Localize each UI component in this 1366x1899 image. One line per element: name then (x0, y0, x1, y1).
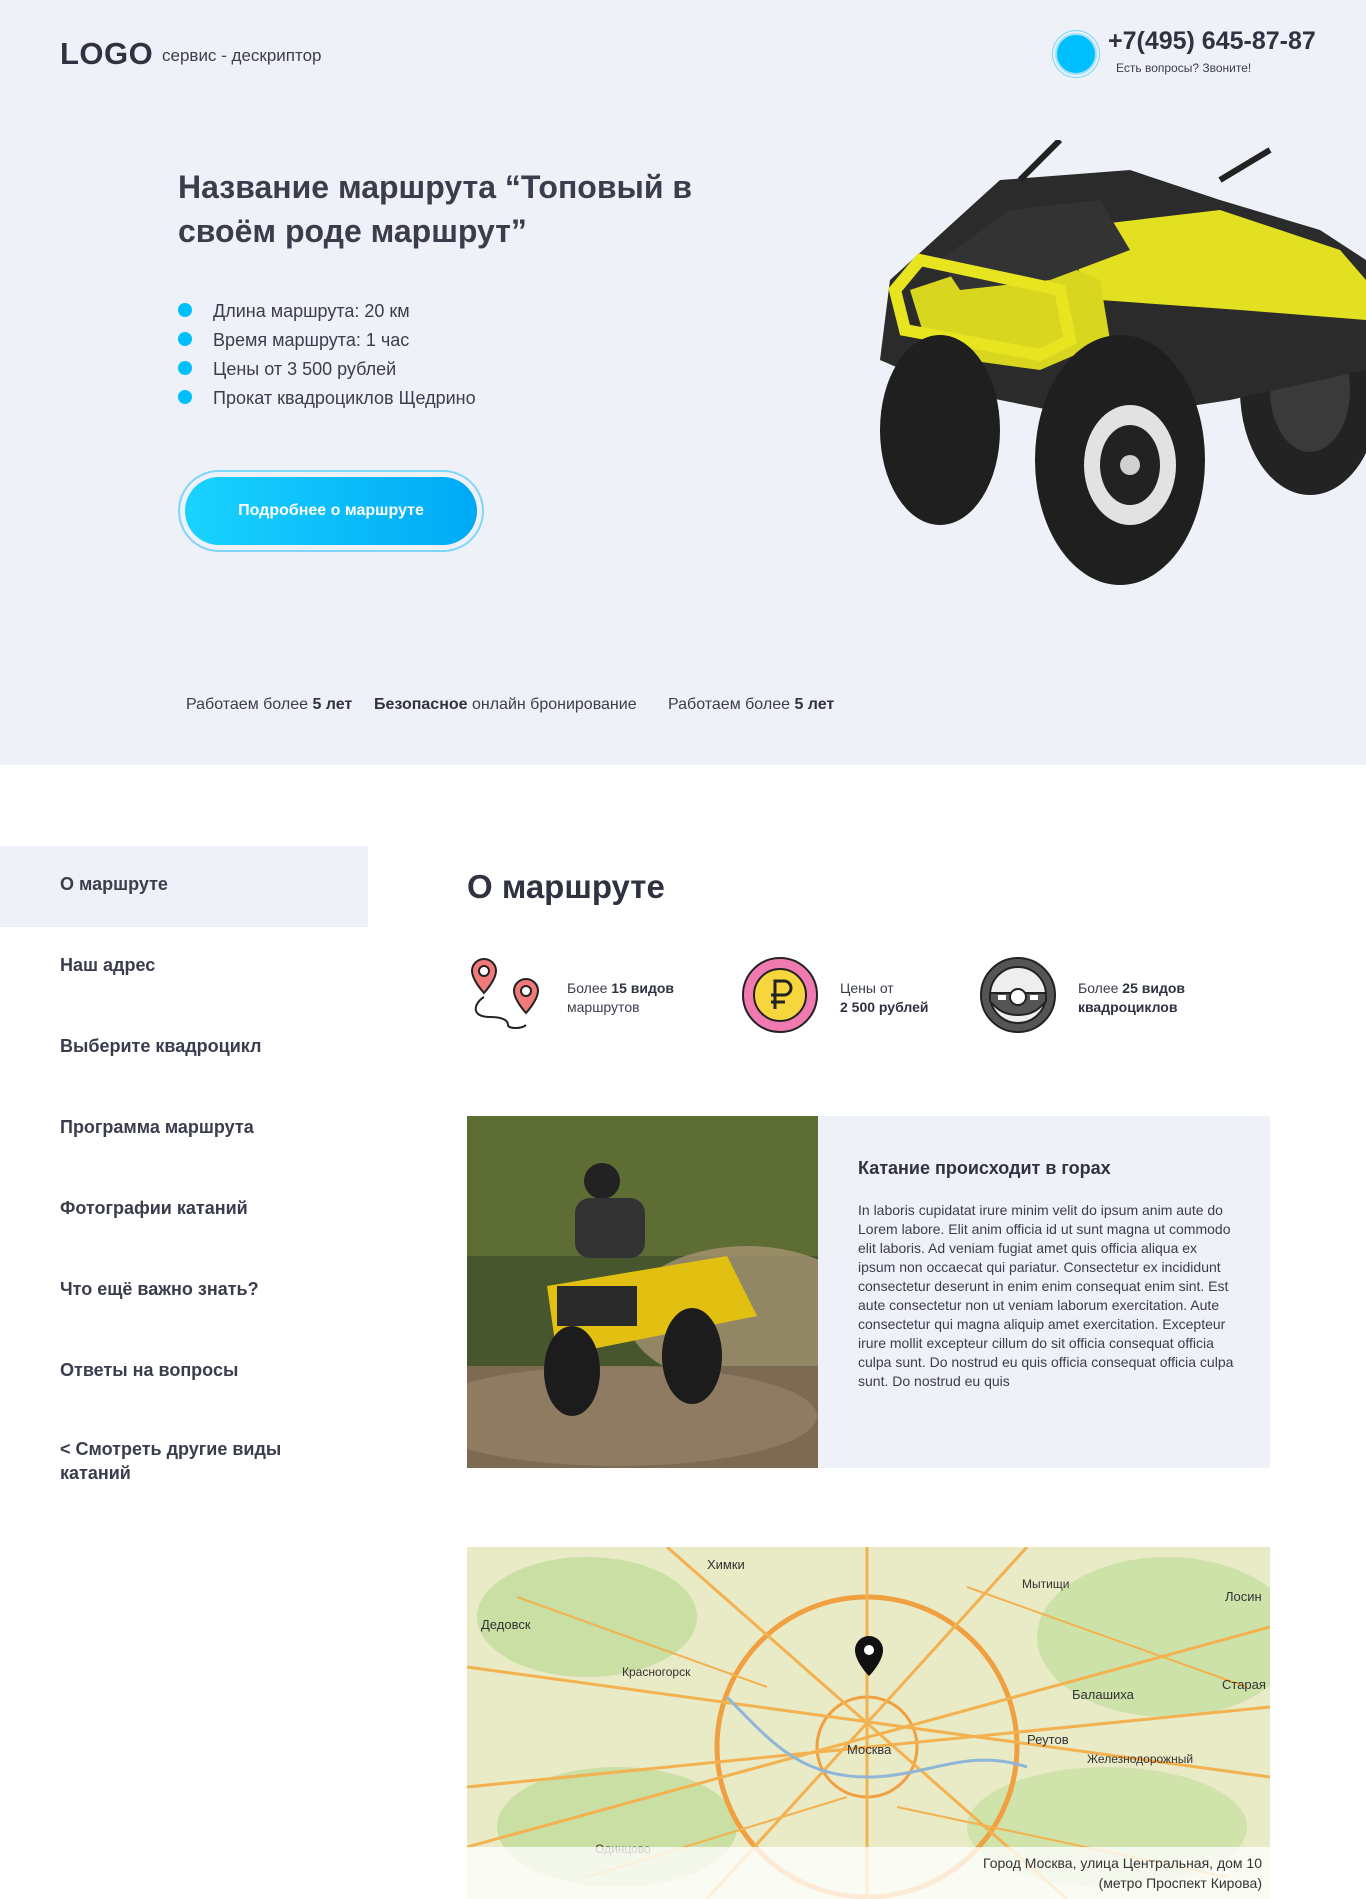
sidebar-item-about-route[interactable]: О маршруте (0, 846, 368, 927)
stat-item: Работаем более 5 лет (668, 696, 835, 713)
feature-text: Длина маршрута: 20 км (213, 301, 410, 321)
bullet-dot-icon (178, 361, 192, 375)
route-pins-icon (470, 957, 540, 1029)
map-address: Город Москва, улица Центральная, дом 10 … (983, 1855, 1262, 1891)
feature-item: Время маршрута: 1 час (178, 326, 476, 355)
sidebar-item-address[interactable]: Наш адрес (0, 927, 368, 1008)
feature-item: Длина маршрута: 20 км (178, 297, 476, 326)
sidebar-item-program[interactable]: Программа маршрута (0, 1089, 368, 1170)
card-title: Катание происходит в горах (858, 1158, 1111, 1178)
phone-caption: Есть вопросы? Звоните! (1116, 61, 1252, 75)
route-details-button[interactable]: Подробнее о маршруте (185, 477, 477, 545)
stat-item: Работаем более 5 лет (186, 696, 353, 713)
sidebar-nav: О маршруте Наш адрес Выберите квадроцикл… (0, 846, 368, 1503)
phone-number[interactable]: +7(495) 645-87-87 (1108, 27, 1316, 56)
bullet-dot-icon (178, 390, 192, 404)
bullet-dot-icon (178, 332, 192, 346)
map-label: Красногорск (622, 1665, 691, 1679)
atv-image (880, 140, 1366, 585)
feature-text: Прокат квадроциклов Щедрино (213, 388, 476, 408)
phone-icon[interactable] (1055, 33, 1097, 75)
info-card: Катание происходит в горах In laboris cu… (818, 1116, 1270, 1468)
atv-ride-photo (467, 1116, 818, 1468)
ruble-coin-icon (742, 957, 818, 1033)
atv-ride-illustration (467, 1116, 818, 1468)
map-label: Мытищи (1022, 1577, 1070, 1591)
sidebar-item-important[interactable]: Что ещё важно знать? (0, 1251, 368, 1332)
feature-item: Прокат квадроциклов Щедрино (178, 384, 476, 413)
map-label: Москва (847, 1742, 892, 1757)
steering-wheel-icon (980, 957, 1056, 1033)
cta-button-outline: Подробнее о маршруте (178, 470, 484, 552)
sidebar-item-faq[interactable]: Ответы на вопросы (0, 1332, 368, 1413)
hero-section: LOGO сервис - дескриптор +7(495) 645-87-… (0, 0, 1366, 765)
info-text: Более 15 видов маршрутов (567, 980, 675, 1015)
info-text: Цены от 2 500 рублей (840, 980, 929, 1015)
map-label: Химки (707, 1557, 745, 1572)
map-label: Старая (1222, 1677, 1266, 1692)
map-label: Балашиха (1072, 1687, 1134, 1702)
map-label: Железнодорожный (1087, 1752, 1194, 1766)
bullet-dot-icon (178, 303, 192, 317)
sidebar-item-choose-atv[interactable]: Выберите квадроцикл (0, 1008, 368, 1089)
feature-text: Время маршрута: 1 час (213, 330, 410, 350)
map-address-box: Город Москва, улица Центральная, дом 10 … (467, 1847, 1270, 1899)
card-text: In laboris cupidatat irure minim velit d… (858, 1202, 1234, 1389)
map-label: Лосин (1225, 1589, 1262, 1604)
route-title: Название маршрута “Топовый в своём роде … (178, 169, 693, 249)
stat-item: Безопасное онлайн бронирование (374, 696, 637, 713)
route-map[interactable]: Химки Дедовск Красногорск Москва Балаших… (467, 1547, 1270, 1899)
map-label: Дедовск (481, 1617, 531, 1632)
feature-text: Цены от 3 500 рублей (213, 359, 397, 379)
logo[interactable]: LOGO (60, 36, 153, 72)
feature-item: Цены от 3 500 рублей (178, 355, 476, 384)
map-label: Реутов (1027, 1732, 1069, 1747)
section-title: О маршруте (467, 868, 665, 905)
sidebar-item-photos[interactable]: Фотографии катаний (0, 1170, 368, 1251)
service-descriptor: сервис - дескриптор (162, 46, 322, 65)
info-text: Более 25 видов квадроциклов (1078, 980, 1186, 1015)
sidebar-item-other-rides[interactable]: < Смотреть другие виды катаний (0, 1413, 320, 1503)
route-features: Длина маршрута: 20 км Время маршрута: 1 … (178, 297, 476, 413)
